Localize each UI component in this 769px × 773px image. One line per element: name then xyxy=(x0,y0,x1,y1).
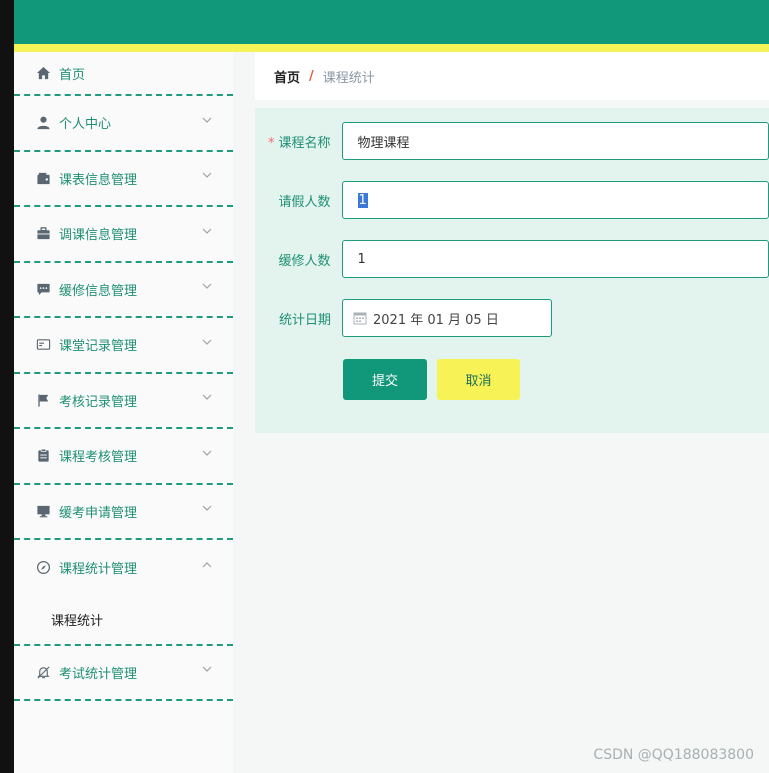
cancel-button[interactable]: 取消 xyxy=(437,359,520,400)
input-value: 物理课程 xyxy=(357,135,410,151)
window-left-edge xyxy=(0,0,14,773)
user-icon xyxy=(35,115,51,131)
sidebar-item-course-change[interactable]: 调课信息管理 xyxy=(14,207,233,263)
sidebar-item-label: 调课信息管理 xyxy=(59,228,138,244)
course-name-label: * 课程名称 xyxy=(255,132,342,151)
stat-date-label: 统计日期 xyxy=(278,312,331,328)
sidebar-item-home[interactable]: 首页 xyxy=(14,52,233,96)
chevron-down-icon xyxy=(201,169,213,181)
defer-count-label: 缓修人数 xyxy=(278,253,331,269)
sidebar-item-label: 课堂记录管理 xyxy=(59,339,138,355)
chevron-down-icon xyxy=(201,280,213,292)
sidebar-item-assessment-record[interactable]: 考核记录管理 xyxy=(14,374,233,429)
sidebar-item-label: 缓考申请管理 xyxy=(59,505,138,521)
watermark: CSDN @QQ188083800 xyxy=(593,747,754,763)
flag-icon xyxy=(35,392,51,408)
sidebar-item-course-assessment[interactable]: 课程考核管理 xyxy=(14,429,233,485)
monitor-icon xyxy=(35,503,51,519)
form-row-defer-count: 缓修人数 1 xyxy=(255,240,769,278)
chevron-down-icon xyxy=(201,663,213,675)
sidebar-item-exam-stats[interactable]: 考试统计管理 xyxy=(14,646,233,701)
selected-input-value: 1 xyxy=(357,192,368,208)
sidebar-item-defer-study[interactable]: 缓修信息管理 xyxy=(14,263,233,318)
course-name-input[interactable]: 物理课程 xyxy=(341,122,769,160)
sidebar-item-personal-center[interactable]: 个人中心 xyxy=(14,96,233,152)
form-row-stat-date: 统计日期 2021 年 01 月 05 日 xyxy=(255,299,769,337)
breadcrumb-current: 课程统计 xyxy=(322,70,375,86)
header-accent-bar xyxy=(14,44,769,52)
submenu-item-label: 课程统计 xyxy=(51,614,104,629)
clipboard-icon xyxy=(35,448,51,464)
card-icon xyxy=(35,337,51,353)
submenu-item-course-stats[interactable]: 课程统计 xyxy=(14,596,233,646)
chevron-down-icon xyxy=(201,447,213,459)
sidebar-item-label: 个人中心 xyxy=(59,117,112,133)
stat-date-picker[interactable]: 2021 年 01 月 05 日 xyxy=(342,299,552,337)
sidebar-item-schedule[interactable]: 课表信息管理 xyxy=(14,152,233,207)
required-mark: * xyxy=(268,135,275,151)
sidebar-item-label: 课程统计管理 xyxy=(59,562,138,578)
sidebar: 首页 个人中心 课表信息管理 调课信息管理 缓修信息管理 课堂记录管理 考核记录… xyxy=(14,52,233,773)
sidebar-item-label: 首页 xyxy=(59,67,86,83)
breadcrumb: 首页 / 课程统计 xyxy=(255,52,769,100)
top-header xyxy=(14,0,769,44)
input-value: 1 xyxy=(357,251,366,267)
home-icon xyxy=(35,65,51,81)
chevron-down-icon xyxy=(201,502,213,514)
chevron-up-icon xyxy=(201,559,213,571)
wallet-icon xyxy=(35,170,51,186)
briefcase-icon xyxy=(35,226,51,242)
breadcrumb-separator: / xyxy=(309,68,314,84)
form-row-leave-count: 请假人数 1 xyxy=(255,181,769,219)
date-value: 2021 年 01 月 05 日 xyxy=(373,312,499,328)
sidebar-item-label: 课表信息管理 xyxy=(59,172,138,188)
sidebar-item-exam-defer[interactable]: 缓考申请管理 xyxy=(14,485,233,540)
calendar-icon xyxy=(353,311,367,325)
leave-count-input[interactable]: 1 xyxy=(341,181,769,219)
sidebar-item-label: 考试统计管理 xyxy=(59,666,138,682)
sidebar-item-label: 缓修信息管理 xyxy=(59,283,138,299)
chevron-down-icon xyxy=(201,114,213,126)
sidebar-item-label: 课程考核管理 xyxy=(59,450,138,466)
sidebar-item-course-stats[interactable]: 课程统计管理 xyxy=(14,540,233,596)
chevron-down-icon xyxy=(201,225,213,237)
leave-count-label: 请假人数 xyxy=(278,194,331,210)
breadcrumb-home[interactable]: 首页 xyxy=(274,67,300,86)
submit-button[interactable]: 提交 xyxy=(343,359,427,400)
chat-icon xyxy=(35,281,51,297)
label-text: 课程名称 xyxy=(278,135,331,151)
bell-off-icon xyxy=(35,664,51,680)
chevron-down-icon xyxy=(201,391,213,403)
sidebar-item-label: 考核记录管理 xyxy=(59,394,138,410)
chevron-down-icon xyxy=(201,336,213,348)
form-row-course-name: * 课程名称 物理课程 xyxy=(255,122,769,160)
sidebar-item-class-record[interactable]: 课堂记录管理 xyxy=(14,318,233,374)
defer-count-input[interactable]: 1 xyxy=(341,240,769,278)
compass-icon xyxy=(35,560,51,576)
